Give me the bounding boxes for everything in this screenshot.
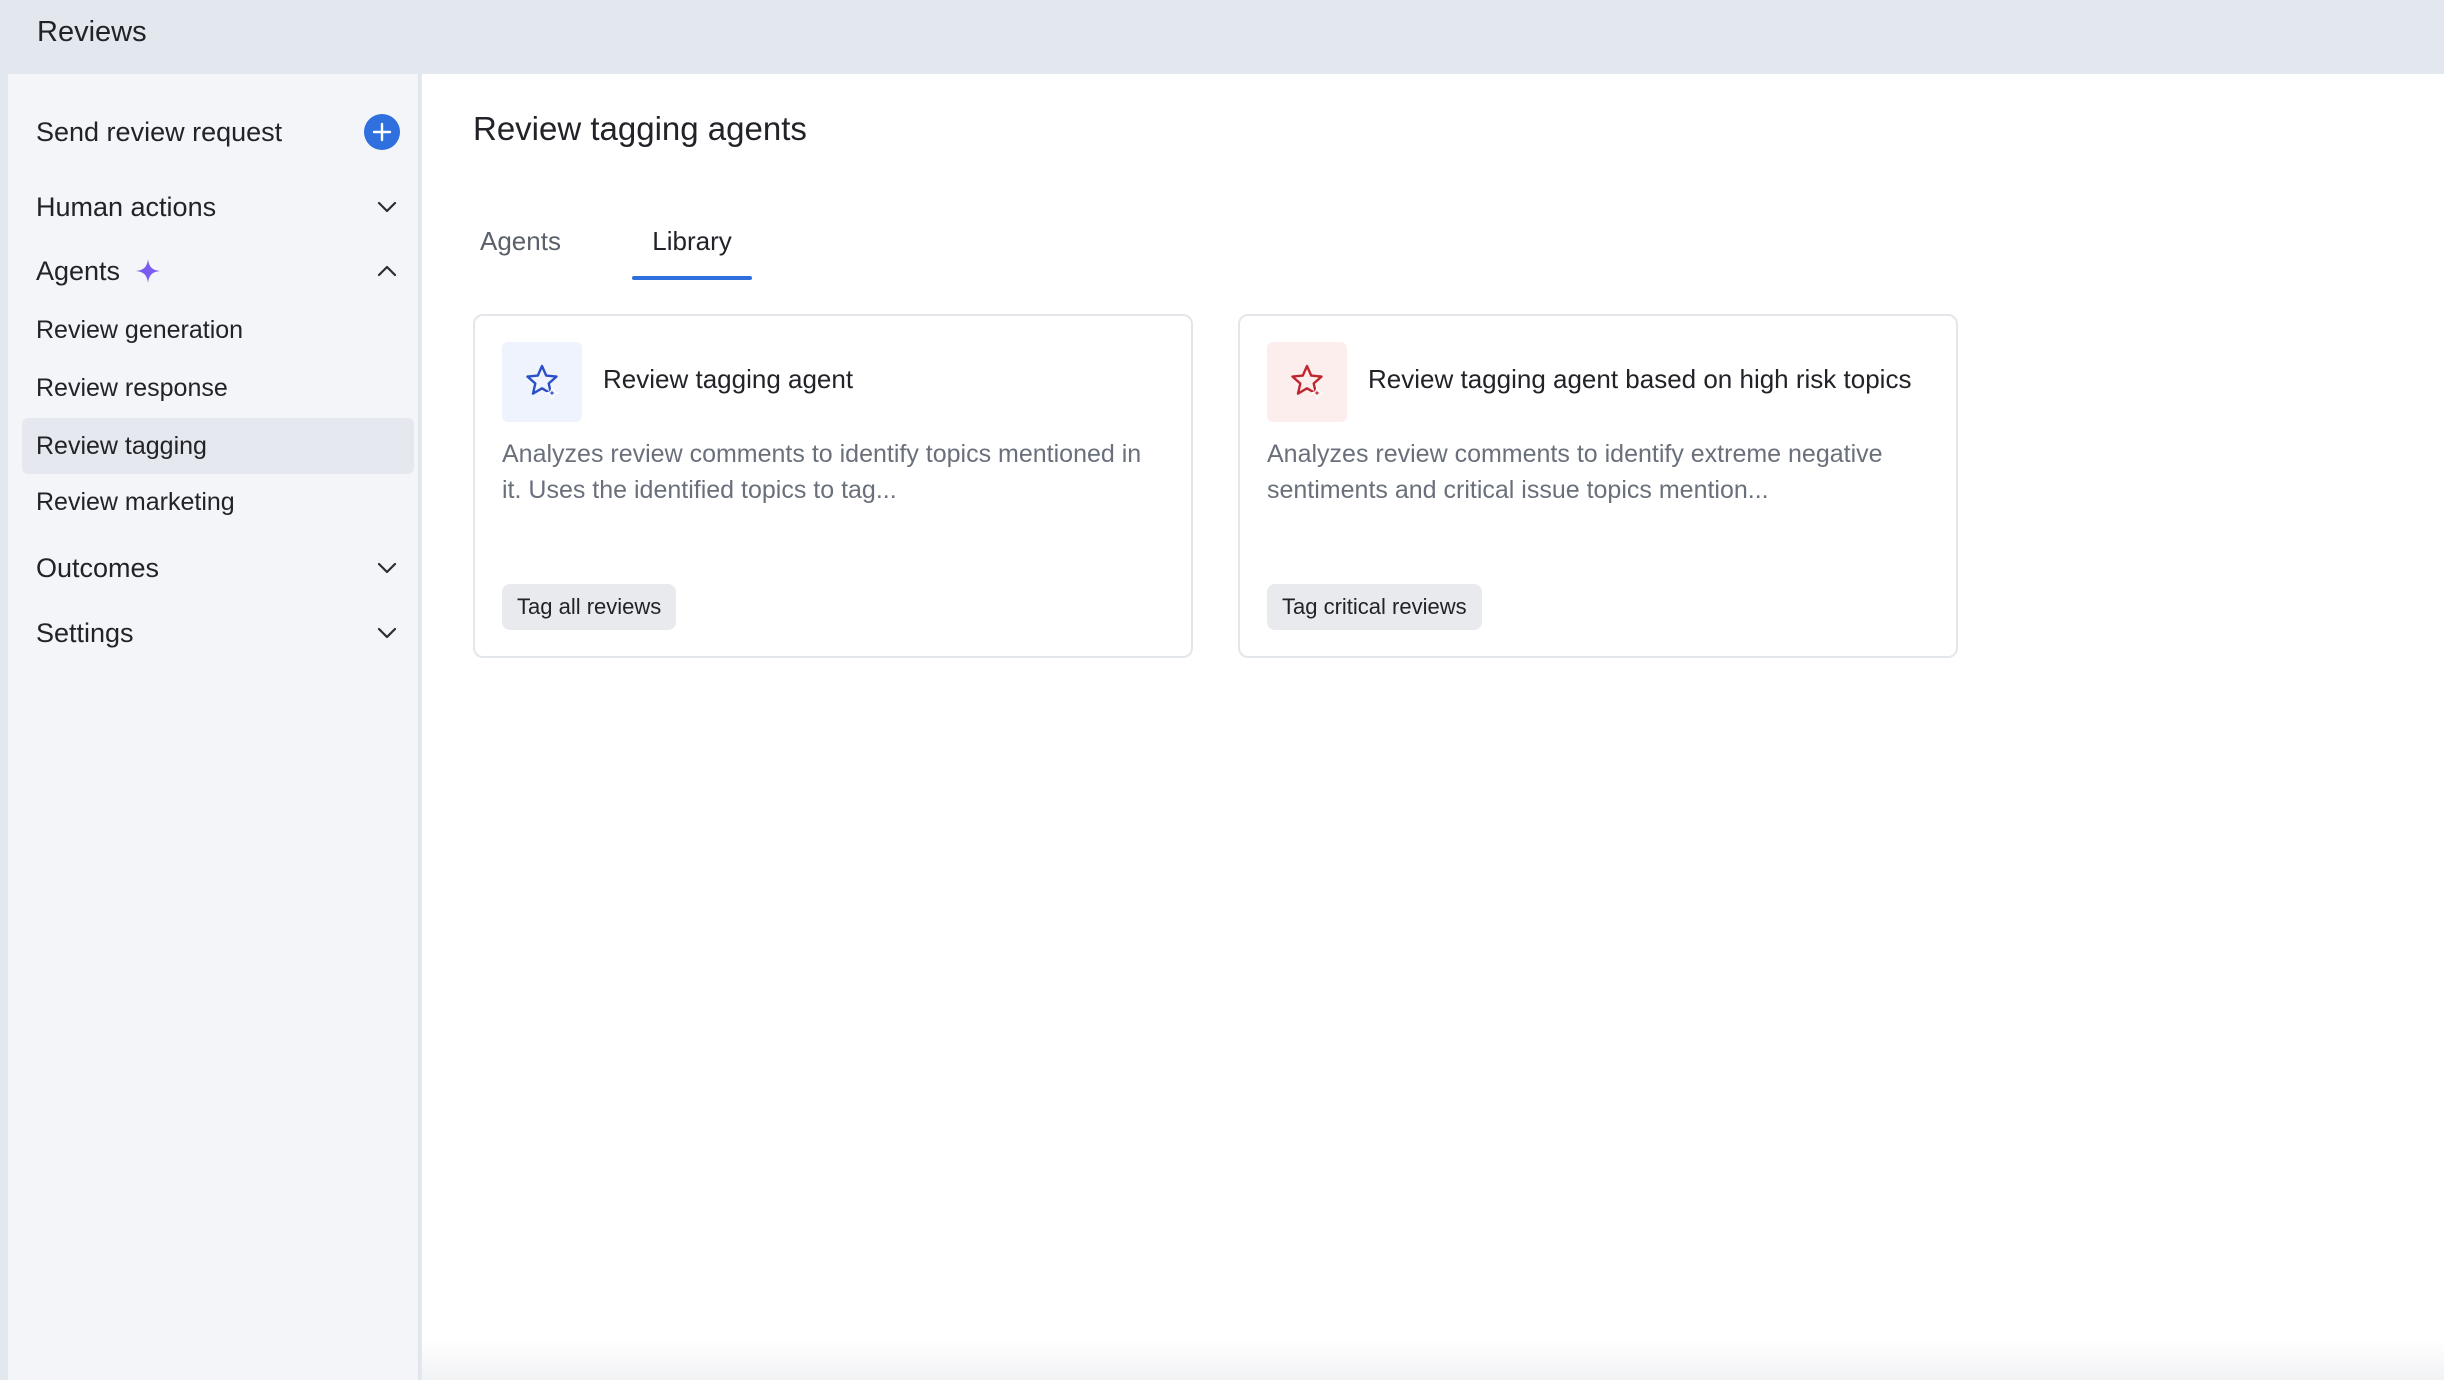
sidebar-item-label: Review generation: [36, 315, 244, 344]
star-sparkle-icon: [1267, 342, 1347, 422]
card-title: Review tagging agent based on high risk …: [1368, 364, 1912, 394]
sidebar-item-label: Send review request: [36, 116, 283, 147]
chevron-down-icon: [377, 201, 397, 213]
sidebar-item-label: Review marketing: [36, 487, 235, 516]
sidebar-item-label: Human actions: [36, 191, 217, 222]
plus-icon[interactable]: [364, 114, 400, 150]
tab-label: Agents: [480, 226, 561, 256]
sidebar-item-label: Outcomes: [36, 552, 160, 583]
sidebar-item-review-marketing[interactable]: Review marketing: [22, 474, 414, 530]
top-bar: Reviews: [0, 0, 2444, 74]
main-content: Review tagging agents Agents Library Rev…: [422, 74, 2444, 1380]
sidebar: Send review request Human actions Agents…: [8, 74, 420, 1380]
sidebar-item-settings[interactable]: Settings: [22, 605, 414, 661]
sidebar-item-human-actions[interactable]: Human actions: [22, 179, 414, 235]
sidebar-item-label: Agents: [36, 255, 121, 286]
tab-label: Library: [652, 226, 732, 256]
page-title: Review tagging agents: [473, 110, 807, 147]
card-title: Review tagging agent: [603, 364, 854, 394]
sidebar-item-review-response[interactable]: Review response: [22, 360, 414, 416]
chevron-down-icon: [377, 562, 397, 574]
sidebar-item-label: Review response: [36, 373, 228, 402]
sidebar-item-outcomes[interactable]: Outcomes: [22, 540, 414, 596]
star-sparkle-icon: [502, 342, 582, 422]
tab-library[interactable]: Library: [632, 226, 752, 280]
bottom-fade: [422, 1340, 2444, 1380]
chevron-up-icon: [377, 265, 397, 277]
sidebar-item-agents[interactable]: Agents: [22, 243, 414, 299]
sidebar-item-review-tagging[interactable]: Review tagging: [22, 418, 414, 474]
card-tag-chip: Tag critical reviews: [1267, 584, 1482, 630]
sidebar-item-label: Review tagging: [36, 431, 207, 460]
card-tag-chip: Tag all reviews: [502, 584, 677, 630]
tab-active-indicator: [632, 276, 752, 280]
agent-card-review-tagging[interactable]: Review tagging agent Analyzes review com…: [473, 314, 1193, 658]
chevron-down-icon: [377, 627, 397, 639]
card-description: Analyzes review comments to identify top…: [502, 440, 1142, 504]
agent-card-high-risk-topics[interactable]: Review tagging agent based on high risk …: [1238, 314, 1958, 658]
sidebar-item-label: Settings: [36, 617, 134, 648]
sidebar-item-review-generation[interactable]: Review generation: [22, 302, 414, 358]
app-title: Reviews: [37, 16, 147, 48]
card-description: Analyzes review comments to identify ext…: [1267, 440, 1883, 504]
sparkle-icon: [136, 259, 161, 283]
sidebar-item-send-review-request[interactable]: Send review request: [22, 104, 414, 160]
tab-agents[interactable]: Agents: [474, 226, 602, 280]
